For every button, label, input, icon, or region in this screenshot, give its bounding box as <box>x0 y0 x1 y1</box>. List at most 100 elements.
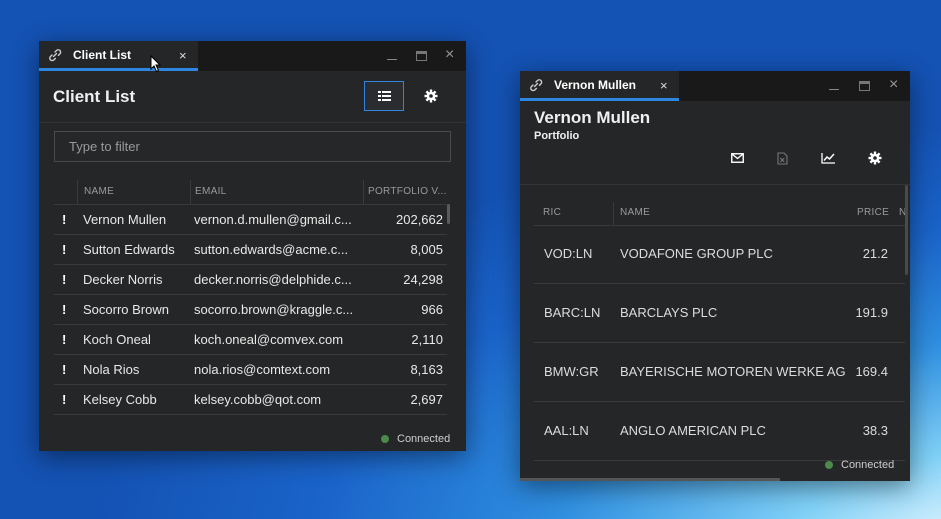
minimize-icon[interactable] <box>386 49 398 61</box>
column-divider[interactable] <box>77 180 78 204</box>
column-divider[interactable] <box>363 180 364 204</box>
client-email: decker.norris@delphide.c... <box>194 272 352 287</box>
client-list-titlebar[interactable]: Client List × × <box>39 41 466 71</box>
portfolio-value: 202,662 <box>396 212 443 227</box>
security-name: BAYERISCHE MOTOREN WERKE AG <box>620 364 846 379</box>
divider <box>39 122 466 123</box>
ric: VOD:LN <box>544 246 593 261</box>
client-email: sutton.edwards@acme.c... <box>194 242 349 257</box>
ric: BARC:LN <box>544 305 601 320</box>
client-name: Socorro Brown <box>83 302 169 317</box>
security-name: VODAFONE GROUP PLC <box>620 246 773 261</box>
table-row[interactable]: AAL:LN ANGLO AMERICAN PLC 38.3 <box>534 402 905 461</box>
column-header-name[interactable]: NAME <box>620 207 650 218</box>
ric: BMW:GR <box>544 364 599 379</box>
column-header-portfolio-value[interactable]: PORTFOLIO V... <box>368 186 447 197</box>
table-row[interactable]: BARC:LN BARCLAYS PLC 191.9 <box>534 284 905 343</box>
grid-view-button[interactable] <box>364 81 404 111</box>
client-name: Nola Rios <box>83 362 140 377</box>
status-text: Connected <box>841 459 895 471</box>
table-row[interactable]: ! Vernon Mullen vernon.d.mullen@gmail.c...… <box>54 204 447 235</box>
table-row[interactable]: ! Nola Rios nola.rios@comtext.com 8,163 <box>54 354 447 385</box>
client-name: Decker Norris <box>83 272 163 287</box>
alert-icon: ! <box>62 332 67 347</box>
grid-body: ! Vernon Mullen vernon.d.mullen@gmail.c...… <box>39 204 466 426</box>
maximize-icon[interactable] <box>859 81 870 91</box>
price: 169.4 <box>855 364 888 379</box>
close-window-icon[interactable]: × <box>445 47 457 63</box>
minimize-icon[interactable] <box>828 79 840 91</box>
table-row[interactable]: VOD:LN VODAFONE GROUP PLC 21.2 <box>534 225 905 284</box>
settings-button[interactable] <box>419 85 443 107</box>
filter-input[interactable]: Type to filter <box>54 131 451 162</box>
portfolio-value: 2,110 <box>411 332 443 347</box>
export-excel-button[interactable] <box>771 148 793 168</box>
page-title: Client List <box>53 87 136 106</box>
connection-status: Connected <box>825 459 894 471</box>
status-text: Connected <box>397 433 451 445</box>
client-name: Koch Oneal <box>83 332 151 347</box>
chart-button[interactable] <box>816 148 840 168</box>
page-subtitle: Portfolio <box>534 130 580 142</box>
line-chart-icon <box>820 153 835 164</box>
alert-icon: ! <box>62 362 67 377</box>
excel-file-icon <box>776 151 788 165</box>
security-name: BARCLAYS PLC <box>620 305 718 320</box>
column-divider[interactable] <box>613 202 614 225</box>
column-header-price[interactable]: PRICE <box>857 207 889 218</box>
table-row[interactable]: ! Koch Oneal koch.oneal@comvex.com 2,110 <box>54 324 447 355</box>
email-button[interactable] <box>726 148 748 168</box>
alert-icon: ! <box>62 242 67 257</box>
close-window-icon[interactable]: × <box>889 77 901 93</box>
client-email: nola.rios@comtext.com <box>194 362 331 377</box>
settings-button[interactable] <box>863 148 887 168</box>
alert-icon: ! <box>62 392 67 407</box>
link-icon[interactable] <box>528 77 544 93</box>
column-header-email[interactable]: EMAIL <box>195 186 227 197</box>
client-email: kelsey.cobb@qot.com <box>194 392 322 407</box>
table-row[interactable]: ! Decker Norris decker.norris@delphide.c..… <box>54 264 447 295</box>
mail-icon <box>730 153 744 163</box>
portfolio-value: 8,163 <box>410 362 443 377</box>
client-list-window: Client List × × Client List Type to filt… <box>39 41 466 451</box>
vertical-scrollbar[interactable] <box>447 204 450 224</box>
table-row[interactable]: ! Sutton Edwards sutton.edwards@acme.c... 8… <box>54 234 447 265</box>
client-email: socorro.brown@kraggle.c... <box>194 302 354 317</box>
alert-icon: ! <box>62 212 67 227</box>
status-dot-icon <box>825 461 833 469</box>
alert-icon: ! <box>62 302 67 317</box>
horizontal-scrollbar[interactable] <box>520 478 780 481</box>
grid-header: RIC NAME PRICE N <box>534 202 906 226</box>
price: 191.9 <box>855 305 888 320</box>
portfolio-titlebar[interactable]: Vernon Mullen × × <box>520 71 910 101</box>
column-header-ric[interactable]: RIC <box>543 207 561 218</box>
vertical-scrollbar[interactable] <box>905 185 908 275</box>
client-list-tab-title: Client List <box>73 47 132 62</box>
client-email: koch.oneal@comvex.com <box>194 332 344 347</box>
table-row[interactable]: ! Socorro Brown socorro.brown@kraggle.c...… <box>54 294 447 325</box>
portfolio-tab-title: Vernon Mullen <box>554 77 637 92</box>
divider <box>520 184 910 185</box>
maximize-icon[interactable] <box>416 51 427 61</box>
table-row[interactable]: ! Kelsey Cobb kelsey.cobb@qot.com 2,697 <box>54 384 447 415</box>
portfolio-value: 2,697 <box>410 392 443 407</box>
alert-icon: ! <box>62 272 67 287</box>
status-dot-icon <box>381 435 389 443</box>
close-tab-icon[interactable]: × <box>660 78 668 93</box>
portfolio-tab[interactable]: Vernon Mullen × <box>520 71 679 101</box>
client-name: Kelsey Cobb <box>83 392 157 407</box>
client-list-tab[interactable]: Client List × <box>39 41 198 71</box>
connection-status: Connected <box>381 433 450 445</box>
security-name: ANGLO AMERICAN PLC <box>620 423 766 438</box>
client-email: vernon.d.mullen@gmail.c... <box>194 212 352 227</box>
client-name: Sutton Edwards <box>83 242 175 257</box>
table-row[interactable]: BMW:GR BAYERISCHE MOTOREN WERKE AG 169.4 <box>534 343 905 402</box>
column-header-name[interactable]: NAME <box>84 186 114 197</box>
ric: AAL:LN <box>544 423 589 438</box>
close-tab-icon[interactable]: × <box>179 48 187 63</box>
column-divider[interactable] <box>190 180 191 204</box>
portfolio-value: 8,005 <box>410 242 443 257</box>
link-icon[interactable] <box>47 47 63 63</box>
portfolio-window: Vernon Mullen × × Vernon Mullen Portfoli… <box>520 71 910 481</box>
portfolio-value: 24,298 <box>403 272 443 287</box>
